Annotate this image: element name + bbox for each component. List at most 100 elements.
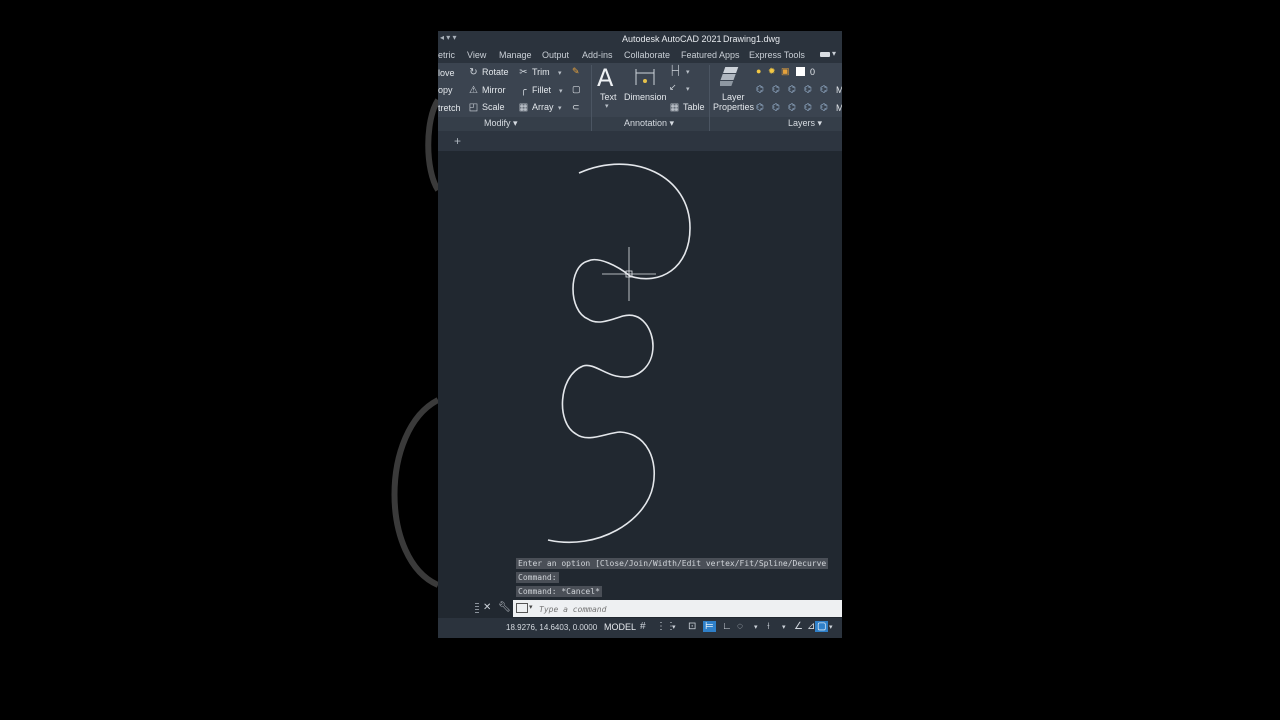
layers-panel-title[interactable]: Layers ▾: [788, 118, 822, 131]
array-button[interactable]: ▦ Array: [518, 102, 554, 113]
command-history-line: Command: *Cancel*: [516, 586, 602, 597]
linear-dimension-dropdown-icon[interactable]: ▾: [686, 68, 690, 76]
customize-wrench-icon[interactable]: 🔧︎: [498, 602, 511, 613]
dimension-button[interactable]: Dimension: [624, 92, 667, 102]
close-icon[interactable]: ✕: [483, 602, 491, 613]
layer-properties-label-1: Layer: [722, 92, 745, 102]
mirror-button[interactable]: ⚠ Mirror: [468, 85, 505, 96]
status-bar: 18.9276, 14.6403, 0.0000 MODEL # ⋮⋮ ▾ ⊡ …: [438, 618, 842, 638]
annotation-panel-label: Annotation: [624, 118, 668, 128]
tab-add-ins[interactable]: Add-ins: [582, 50, 613, 60]
erase-icon[interactable]: ✎: [572, 66, 580, 77]
scale-button[interactable]: ◰ Scale: [468, 102, 505, 113]
scale-label: Scale: [482, 102, 505, 112]
modify-panel-label: Modify: [484, 118, 511, 128]
tab-parametric[interactable]: etric: [438, 50, 455, 60]
tab-manage[interactable]: Manage: [499, 50, 532, 60]
table-button[interactable]: ▦ Table: [669, 102, 705, 113]
object-snap-dropdown-icon[interactable]: ▾: [782, 623, 786, 631]
move-button[interactable]: love: [438, 68, 455, 78]
explode-icon[interactable]: ▢: [572, 84, 581, 95]
rotate-icon: ↻: [469, 67, 478, 78]
command-line-grip-handle[interactable]: [475, 603, 479, 615]
layer-tool-icon[interactable]: ⌬: [788, 102, 796, 113]
trim-icon: ✂: [519, 67, 528, 78]
current-layer-name[interactable]: 0: [810, 67, 815, 77]
copy-button[interactable]: opy: [438, 85, 453, 95]
layer-tool-icon[interactable]: ⌬: [788, 84, 796, 95]
polar-tracking-icon[interactable]: ∟: [722, 621, 732, 632]
layer-lock-icon[interactable]: ▣: [781, 66, 790, 77]
isometric-dropdown-icon[interactable]: ▾: [754, 623, 758, 631]
layer-tool-label-truncated[interactable]: M: [836, 103, 842, 113]
table-label: Table: [683, 102, 705, 112]
layer-tool-icon[interactable]: ⌬: [804, 102, 812, 113]
trim-dropdown-icon[interactable]: ▾: [558, 69, 562, 77]
trim-button[interactable]: ✂ Trim: [518, 67, 549, 78]
tab-collaborate[interactable]: Collaborate: [624, 50, 670, 60]
layer-tool-icon[interactable]: ⌬: [756, 84, 764, 95]
tab-featured-apps[interactable]: Featured Apps: [681, 50, 740, 60]
rotate-label: Rotate: [482, 67, 509, 77]
file-name: Drawing1.dwg: [723, 34, 781, 44]
polyline-curve[interactable]: [547, 163, 691, 544]
stretch-button[interactable]: tretch: [438, 103, 461, 113]
crosshair-cursor: [602, 247, 656, 301]
grid-icon[interactable]: #: [640, 621, 646, 632]
ortho-mode-icon[interactable]: ⊨: [703, 621, 716, 632]
quick-access-toolbar[interactable]: ◂ ▾ ▾: [440, 33, 457, 42]
dimension-icon[interactable]: [634, 67, 656, 87]
text-dropdown-icon[interactable]: ▾: [605, 102, 609, 110]
recent-commands-dropdown-icon[interactable]: ▾: [529, 603, 533, 611]
coordinates-readout[interactable]: 18.9276, 14.6403, 0.0000: [506, 623, 597, 632]
selection-dropdown-icon[interactable]: ▾: [829, 623, 833, 631]
isometric-icon[interactable]: ◌: [737, 621, 743, 632]
move-label: love: [438, 68, 455, 78]
object-snap-tracking-icon[interactable]: ⟊: [767, 621, 770, 632]
layer-tool-icon[interactable]: ⌬: [772, 84, 780, 95]
layer-properties-icon[interactable]: [720, 65, 742, 87]
new-tab-plus-icon[interactable]: +: [454, 134, 461, 148]
modify-panel-title[interactable]: Modify ▾: [484, 118, 518, 131]
layer-freeze-icon[interactable]: ✹: [768, 66, 776, 77]
drawing-canvas[interactable]: [438, 151, 842, 600]
selection-cycling-icon[interactable]: ▢: [815, 621, 829, 632]
model-space-button[interactable]: MODEL: [604, 622, 636, 632]
text-button[interactable]: Text: [600, 92, 617, 102]
dynamic-input-icon[interactable]: ⊡: [688, 621, 696, 632]
text-label: Text: [600, 92, 617, 102]
ribbon-options-icon[interactable]: ▾: [832, 49, 836, 58]
layer-tool-label-truncated[interactable]: M: [836, 85, 842, 95]
recent-commands-icon[interactable]: [516, 603, 528, 613]
offset-icon[interactable]: ⊂: [572, 102, 580, 113]
command-input[interactable]: [537, 602, 841, 616]
tab-express-tools[interactable]: Express Tools: [749, 50, 805, 60]
snap-dropdown-icon[interactable]: ▾: [672, 623, 676, 631]
fillet-dropdown-icon[interactable]: ▾: [559, 87, 563, 95]
layer-tool-icon[interactable]: ⌬: [820, 102, 828, 113]
linear-dimension-icon[interactable]: ├┤: [669, 65, 682, 75]
fillet-button[interactable]: ╭ Fillet: [518, 85, 551, 96]
ribbon-tab-bar: etric View Manage Output Add-ins Collabo…: [438, 48, 842, 63]
mirror-icon: ⚠: [469, 85, 478, 96]
annotation-panel-title[interactable]: Annotation ▾: [624, 118, 674, 131]
leader-icon[interactable]: ↙: [669, 82, 677, 93]
layer-tool-icon[interactable]: ⌬: [772, 102, 780, 113]
more-status-icon[interactable]: ⋮: [838, 621, 842, 632]
background-ghost-arc: [391, 98, 438, 588]
layer-tool-icon[interactable]: ⌬: [804, 84, 812, 95]
array-dropdown-icon[interactable]: ▾: [558, 104, 562, 112]
layer-tool-icon[interactable]: ⌬: [820, 84, 828, 95]
leader-dropdown-icon[interactable]: ▾: [686, 85, 690, 93]
title-bar: ◂ ▾ ▾ Autodesk AutoCAD 2021 Drawing1.dwg: [438, 31, 842, 48]
autocad-window: ◂ ▾ ▾ Autodesk AutoCAD 2021 Drawing1.dwg…: [438, 31, 842, 638]
layer-on-icon[interactable]: ●: [756, 66, 761, 76]
tab-output[interactable]: Output: [542, 50, 569, 60]
layer-color-swatch[interactable]: [796, 67, 805, 76]
rotate-button[interactable]: ↻ Rotate: [468, 67, 509, 78]
text-icon[interactable]: A: [597, 64, 613, 92]
lineweight-icon[interactable]: ∠: [794, 621, 803, 632]
layer-tool-icon[interactable]: ⌬: [756, 102, 764, 113]
tab-view[interactable]: View: [467, 50, 486, 60]
ribbon-minimize-icon[interactable]: [820, 52, 830, 57]
